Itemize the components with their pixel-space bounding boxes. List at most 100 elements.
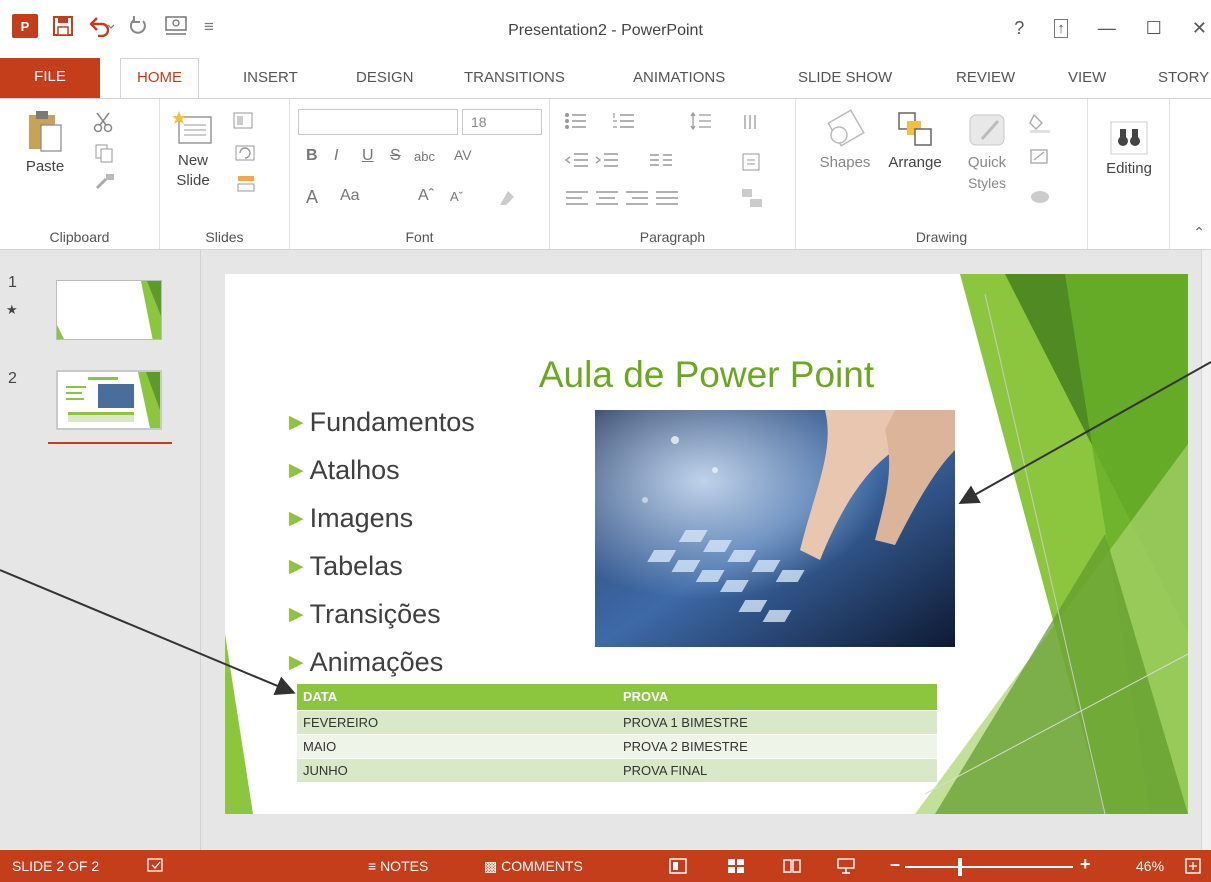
maximize-button[interactable]: ☐ [1146,18,1162,39]
collapse-ribbon-icon[interactable]: ⌃ [1193,224,1205,241]
bullet-arrow-icon: ▶ [289,555,304,577]
normal-view-icon[interactable] [668,857,688,875]
grow-font-button[interactable]: Aˆ [418,187,434,205]
table-cell: MAIO [297,733,617,758]
tab-story[interactable]: STORY [1158,65,1209,98]
zoom-level[interactable]: 46% [1136,858,1164,874]
slide-sorter-icon[interactable] [726,857,746,875]
copy-icon[interactable] [94,143,114,163]
keyboard-photo[interactable] [595,410,955,647]
slide-counter[interactable]: SLIDE 2 OF 2 [12,858,99,874]
tab-animations[interactable]: ANIMATIONS [633,65,725,98]
section-icon[interactable] [234,173,258,193]
slide-title[interactable]: Aula de Power Point [225,354,1188,396]
vertical-scrollbar[interactable] [1201,250,1211,850]
bullet-list[interactable]: ▶ Fundamentos ▶ Atalhos ▶ Imagens ▶ Tabelas … [289,398,475,686]
format-painter-icon[interactable] [94,171,116,191]
reset-icon[interactable] [234,143,256,163]
align-left-icon[interactable] [564,189,590,207]
status-bar: SLIDE 2 OF 2 ≡ NOTES ▩ COMMENTS – + 46% [0,850,1211,882]
new-slide-button[interactable]: New Slide [166,109,220,191]
bullets-icon[interactable] [564,111,592,131]
change-case-button[interactable]: Aa [340,187,360,205]
new-slide-label-line2: Slide [176,172,210,189]
font-size-field[interactable]: 18 [462,109,542,135]
tab-design[interactable]: DESIGN [356,65,414,98]
layout-icon[interactable] [232,111,256,131]
zoom-slider[interactable] [905,866,1073,868]
cut-icon[interactable] [92,111,114,133]
text-direction-icon[interactable] [740,111,764,133]
line-spacing-icon[interactable] [690,111,714,131]
text-shadow-button[interactable]: abc [414,149,435,164]
shape-outline-icon[interactable] [1028,147,1054,169]
help-button[interactable]: ? [1014,18,1024,39]
tab-insert[interactable]: INSERT [243,65,298,98]
comments-button[interactable]: ▩ COMMENTS [484,858,583,875]
tab-view[interactable]: VIEW [1068,65,1106,98]
reading-view-icon[interactable] [782,857,802,875]
quick-styles-icon [969,114,1005,146]
clear-formatting-icon[interactable] [496,187,518,209]
justify-icon[interactable] [654,189,680,207]
slide-2[interactable]: Aula de Power Point ▶ Fundamentos ▶ Atalho… [225,274,1188,814]
zoom-out-button[interactable]: – [890,854,900,875]
exam-schedule-table[interactable]: DATA PROVA FEVEREIRO PROVA 1 BIMESTRE MA… [297,684,937,782]
slide-thumbnail-1[interactable] [56,280,162,340]
character-spacing-button[interactable]: AV [454,147,472,163]
quick-styles-button[interactable]: Quick Styles [954,109,1020,194]
table-row: FEVEREIRO PROVA 1 BIMESTRE [297,709,937,734]
thumbnail-number: 2 [8,370,17,387]
ribbon-display-options-button[interactable]: ↑ [1054,19,1068,38]
smartart-icon[interactable] [740,187,764,209]
notes-button[interactable]: ≡ NOTES [368,858,428,874]
shapes-label: Shapes [819,154,871,171]
arrange-button[interactable]: Arrange [880,109,950,173]
shape-effects-icon[interactable] [1028,185,1054,207]
zoom-in-button[interactable]: + [1080,854,1091,875]
spelling-check-icon[interactable] [146,857,166,875]
bullet-text: Tabelas [309,550,403,581]
tab-home[interactable]: HOME [120,58,199,99]
slide-show-icon[interactable] [836,857,856,875]
slide-thumbnail-2[interactable] [56,370,162,430]
bold-button[interactable]: B [306,147,318,165]
tab-review[interactable]: REVIEW [956,65,1015,98]
strikethrough-button[interactable]: S [390,147,401,165]
tab-slide-show[interactable]: SLIDE SHOW [798,65,892,98]
tab-file[interactable]: FILE [0,58,100,98]
font-color-button[interactable]: A [306,187,318,208]
paste-button[interactable]: Paste [22,109,68,177]
zoom-slider-thumb[interactable] [958,858,962,876]
ribbon: Paste Clipboard New Slide Slides 18 B I … [0,98,1211,250]
shape-fill-icon[interactable] [1028,111,1054,133]
align-center-icon[interactable] [594,189,620,207]
paragraph-group: Paragraph [550,99,796,249]
table-cell: JUNHO [297,757,617,782]
bullet-arrow-icon: ▶ [289,651,304,673]
columns-icon[interactable] [648,151,674,169]
align-right-icon[interactable] [624,189,650,207]
slide-editing-area[interactable]: Aula de Power Point ▶ Fundamentos ▶ Atalho… [200,250,1201,850]
table-cell: PROVA 2 BIMESTRE [617,733,937,758]
arrange-icon [898,112,932,146]
decrease-indent-icon[interactable] [564,151,590,169]
font-name-field[interactable] [298,109,458,135]
minimize-button[interactable]: — [1098,18,1116,39]
increase-indent-icon[interactable] [594,151,620,169]
align-text-icon[interactable] [740,151,764,173]
shrink-font-button[interactable]: Aˇ [450,189,463,204]
fit-slide-icon[interactable] [1184,857,1202,875]
paragraph-group-label: Paragraph [639,229,706,245]
italic-button[interactable]: I [334,147,338,165]
underline-button[interactable]: U [362,147,374,165]
bullet-arrow-icon: ▶ [289,459,304,481]
shapes-button[interactable]: Shapes [810,109,880,173]
table-row: MAIO PROVA 2 BIMESTRE [297,733,937,758]
editing-button[interactable]: Editing [1094,121,1164,179]
numbering-icon[interactable] [612,111,640,131]
bullet-item: ▶ Imagens [289,494,475,542]
slides-group-label: Slides [205,229,244,245]
tab-transitions[interactable]: TRANSITIONS [464,65,565,98]
close-button[interactable]: ✕ [1192,18,1207,39]
